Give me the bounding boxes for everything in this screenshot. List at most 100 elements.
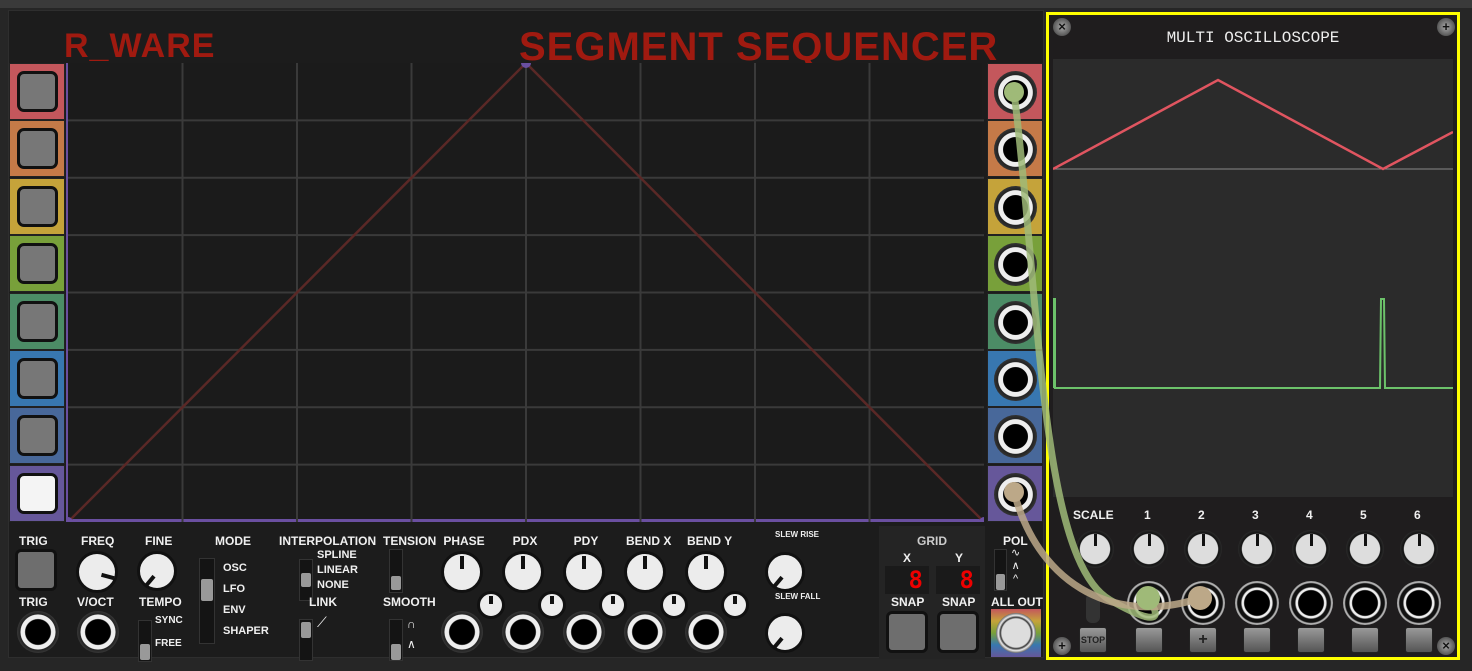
segment-output-jack[interactable] [994, 128, 1037, 172]
bend-x-knob[interactable] [624, 551, 666, 593]
interp-option-linear: LINEAR [317, 564, 358, 576]
slew-fall-knob[interactable] [765, 613, 805, 653]
smooth-switch[interactable] [389, 619, 403, 661]
segment-trigger-pad[interactable] [17, 415, 58, 457]
grid-canvas[interactable] [63, 58, 989, 527]
pdy-cv-attenuator[interactable] [599, 591, 627, 619]
interpolation-label: INTERPOLATION [279, 534, 377, 548]
trig-label: TRIG [19, 534, 48, 548]
phase-cv-jack[interactable] [441, 611, 483, 653]
segment-output-jack[interactable] [994, 185, 1037, 229]
tension-switch[interactable] [389, 549, 403, 593]
slew-rise-knob[interactable] [765, 552, 805, 592]
snap-y-label: SNAP [942, 595, 976, 609]
scale-label: SCALE [1073, 508, 1114, 522]
segment-trigger-pad[interactable] [17, 358, 58, 399]
snap-y-button[interactable] [937, 611, 979, 653]
channel-1-scale-knob[interactable] [1130, 530, 1168, 568]
phase-knob[interactable] [441, 551, 483, 593]
trigger-pad-row [9, 120, 65, 178]
segment-output-jack[interactable] [994, 71, 1037, 114]
segment-trigger-pad[interactable] [17, 472, 58, 514]
channel-1-trace [1052, 78, 1454, 171]
channel-label: 6 [1414, 508, 1421, 522]
slew-rise-label: SLEW RISE [775, 530, 820, 539]
smooth-curve-icon: ∩ [407, 617, 416, 631]
segment-output-jack[interactable] [994, 415, 1037, 459]
channel-1-button[interactable] [1135, 627, 1163, 653]
segment-output-jack[interactable] [994, 243, 1037, 287]
channel-6-input-jack[interactable] [1397, 581, 1441, 625]
pdx-cv-jack[interactable] [502, 611, 544, 653]
multi-oscilloscope-module: × + MULTI OSCILLOSCOPE SCALE + STOP × 12… [1046, 12, 1460, 660]
pdx-knob[interactable] [502, 551, 544, 593]
pol-label: POL [1003, 534, 1028, 548]
channel-1-input-jack[interactable] [1127, 581, 1171, 625]
segment-trigger-pad[interactable] [17, 185, 58, 227]
pdy-knob[interactable] [563, 551, 605, 593]
channel-4-input-jack[interactable] [1289, 581, 1333, 625]
scope-display [1052, 59, 1454, 497]
segment-trigger-pad[interactable] [17, 243, 58, 285]
all-out-jack[interactable] [996, 613, 1036, 653]
grid-x-display: 8 [885, 566, 929, 594]
channel-5-button[interactable] [1351, 627, 1379, 653]
channel-4-scale-knob[interactable] [1292, 530, 1330, 568]
bend-x-cv-attenuator[interactable] [660, 591, 688, 619]
channel-6-scale-knob[interactable] [1400, 530, 1438, 568]
channel-2-input-jack[interactable] [1181, 581, 1225, 625]
channel-5-scale-knob[interactable] [1346, 530, 1384, 568]
phase-label: PHASE [443, 534, 485, 548]
voct-input-jack[interactable] [77, 611, 119, 653]
screw-icon: + [1053, 637, 1071, 655]
rack-top-bar [0, 0, 1472, 8]
interp-option-none: NONE [317, 579, 349, 591]
bend-y-cv-attenuator[interactable] [721, 591, 749, 619]
snap-x-button[interactable] [886, 611, 928, 653]
segment-output-jack[interactable] [994, 300, 1037, 344]
channel-3-input-jack[interactable] [1235, 581, 1279, 625]
segment-output-jack[interactable] [994, 358, 1037, 401]
channel-3-scale-knob[interactable] [1238, 530, 1276, 568]
channel-3-button[interactable] [1243, 627, 1271, 653]
tempo-switch[interactable] [138, 620, 152, 662]
trig-in-label: TRIG [19, 595, 48, 609]
segment-trigger-pad[interactable] [17, 128, 58, 170]
grid-y-label: Y [955, 551, 964, 565]
bend-y-cv-jack[interactable] [685, 611, 727, 653]
segment-trigger-pad[interactable] [17, 71, 58, 112]
channel-4-button[interactable] [1297, 627, 1325, 653]
channel-2-trace [1052, 298, 1453, 389]
segment-editor-grid[interactable] [63, 58, 989, 527]
channel-2-button[interactable]: + [1189, 627, 1217, 653]
polarity-switch[interactable] [994, 549, 1007, 591]
trig-input-jack[interactable] [17, 611, 59, 653]
screw-icon: × [1437, 637, 1455, 655]
link-switch[interactable] [299, 619, 313, 661]
scale-knob[interactable] [1076, 530, 1114, 568]
trigger-pad-row [9, 235, 65, 293]
segment-output-row [987, 464, 1043, 522]
segment-output-jack[interactable] [994, 472, 1037, 516]
segment-trigger-pad[interactable] [17, 300, 58, 342]
stop-button[interactable]: STOP [1079, 627, 1107, 653]
channel-6-button[interactable] [1405, 627, 1433, 653]
all-out-port[interactable] [991, 609, 1041, 657]
segment-output-row [987, 292, 1043, 350]
tempo-option-sync: SYNC [155, 615, 183, 626]
phase-cv-attenuator[interactable] [477, 591, 505, 619]
bend-y-knob[interactable] [685, 551, 727, 593]
scope-toggle-switch[interactable] [1086, 593, 1100, 623]
freq-knob[interactable] [76, 551, 118, 593]
mode-switch[interactable] [199, 558, 215, 644]
bend-y-label: BEND Y [687, 534, 733, 548]
trig-button[interactable] [15, 549, 57, 591]
pdx-cv-attenuator[interactable] [538, 591, 566, 619]
fine-knob[interactable] [137, 551, 177, 591]
channel-label: 2 [1198, 508, 1205, 522]
channel-2-scale-knob[interactable] [1184, 530, 1222, 568]
segment-output-row [987, 120, 1043, 178]
pdy-cv-jack[interactable] [563, 611, 605, 653]
bend-x-cv-jack[interactable] [624, 611, 666, 653]
channel-5-input-jack[interactable] [1343, 581, 1387, 625]
